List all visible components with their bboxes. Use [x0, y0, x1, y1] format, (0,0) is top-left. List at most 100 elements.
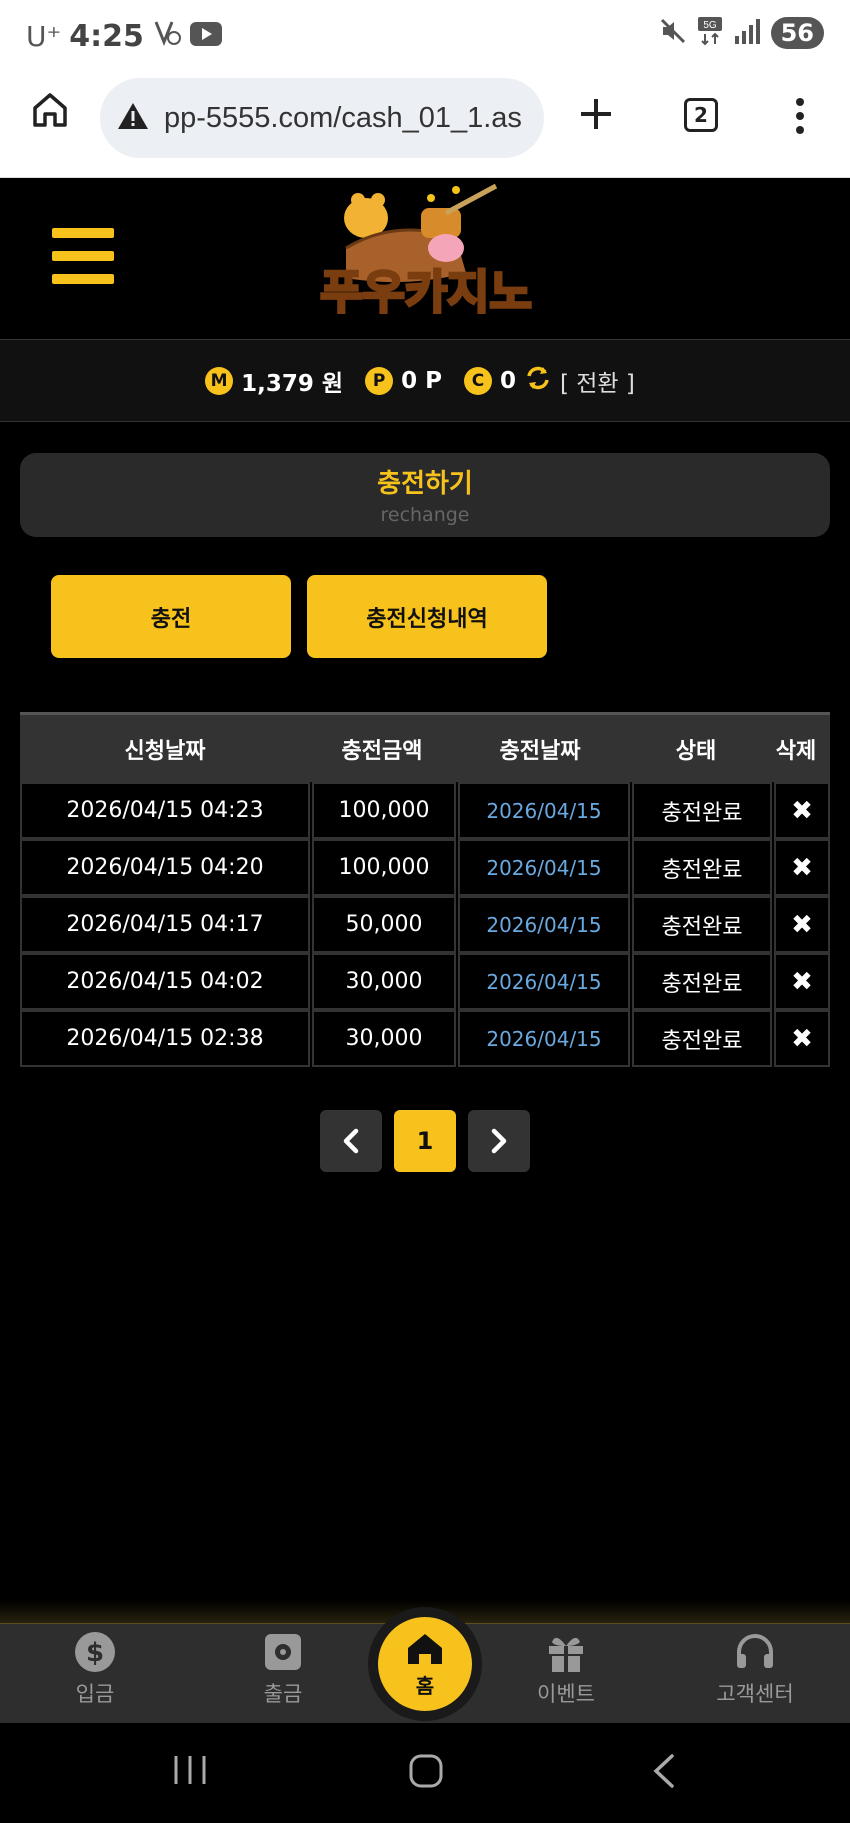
address-bar[interactable]: pp-5555.com/cash_01_1.as	[100, 78, 544, 158]
table-row: 2026/04/15 02:38 30,000 2026/04/15 충전완료 …	[20, 1010, 830, 1067]
signal-icon	[733, 18, 761, 48]
home-icon[interactable]	[30, 90, 70, 134]
back-icon[interactable]	[650, 1753, 678, 1793]
header-delete: 삭제	[775, 738, 817, 764]
table-header-row: 신청날짜 충전금액 충전날짜 상태 삭제	[20, 712, 830, 782]
request-date-cell: 2026/04/15 04:02	[20, 953, 310, 1010]
safe-icon	[265, 1634, 301, 1670]
header-charge-date: 충전날짜	[499, 738, 581, 764]
request-date-cell: 2026/04/15 04:23	[20, 782, 310, 839]
switch-button[interactable]: [ 전환 ]	[560, 364, 635, 398]
nav-home-label: 홈	[415, 1673, 435, 1698]
charge-history-table: 신청날짜 충전금액 충전날짜 상태 삭제 2026/04/15 04:23 10…	[20, 712, 830, 1067]
site-header: 푸우카지노	[0, 178, 850, 340]
casino-balance: C 0 [ 전환 ]	[463, 364, 635, 398]
delete-icon[interactable]: ✖	[774, 896, 830, 953]
prev-page-button[interactable]	[320, 1110, 382, 1172]
youtube-icon	[189, 19, 222, 54]
table-row: 2026/04/15 04:23 100,000 2026/04/15 충전완료…	[20, 782, 830, 839]
nav-support-label: 고객센터	[716, 1682, 794, 1706]
money-amount: 1,379 원	[241, 370, 344, 397]
pagination: 1	[320, 1110, 530, 1172]
new-tab-icon[interactable]	[578, 96, 614, 136]
chevron-right-icon	[491, 1128, 507, 1154]
svg-text:5G: 5G	[703, 20, 717, 31]
system-nav-bar	[0, 1723, 850, 1823]
svg-text:푸우카지노: 푸우카지노	[320, 265, 532, 319]
nav-deposit-label: 입금	[75, 1682, 115, 1706]
nav-home[interactable]: 홈	[378, 1617, 472, 1711]
delete-icon[interactable]: ✖	[774, 839, 830, 896]
next-page-button[interactable]	[468, 1110, 530, 1172]
table-row: 2026/04/15 04:02 30,000 2026/04/15 충전완료 …	[20, 953, 830, 1010]
carrier-label: U⁺	[26, 19, 62, 53]
status-cell: 충전완료	[632, 839, 772, 896]
system-home-icon[interactable]	[408, 1753, 444, 1793]
home-icon	[408, 1633, 442, 1664]
amount-cell: 30,000	[312, 953, 456, 1010]
nav-event-label: 이벤트	[537, 1682, 595, 1706]
request-date-cell: 2026/04/15 04:20	[20, 839, 310, 896]
header-status: 상태	[675, 738, 717, 764]
point-amount: 0 P	[401, 367, 442, 394]
charge-date-cell: 2026/04/15	[458, 839, 630, 896]
amount-cell: 50,000	[312, 896, 456, 953]
page-title: 충전하기	[377, 469, 473, 499]
amount-cell: 100,000	[312, 782, 456, 839]
delete-icon[interactable]: ✖	[774, 1010, 830, 1067]
nav-deposit[interactable]: $ 입금	[35, 1630, 155, 1708]
point-balance: P 0 P	[365, 366, 442, 395]
warning-icon[interactable]	[116, 101, 150, 135]
status-cell: 충전완료	[632, 953, 772, 1010]
charge-date-cell: 2026/04/15	[458, 896, 630, 953]
chevron-left-icon	[343, 1128, 359, 1154]
request-date-cell: 2026/04/15 02:38	[20, 1010, 310, 1067]
nav-support[interactable]: 고객센터	[695, 1630, 815, 1708]
battery-indicator: 56	[770, 17, 824, 49]
amount-cell: 100,000	[312, 839, 456, 896]
charge-date-cell: 2026/04/15	[458, 953, 630, 1010]
hamburger-menu-icon[interactable]	[52, 228, 114, 284]
refresh-icon[interactable]	[524, 364, 552, 398]
nav-event[interactable]: 이벤트	[506, 1630, 626, 1708]
5g-icon: 5G	[697, 16, 723, 50]
charge-date-cell: 2026/04/15	[458, 1010, 630, 1067]
tab-switcher-button[interactable]: 2	[684, 98, 718, 132]
more-menu-icon[interactable]	[790, 96, 810, 140]
mute-icon	[659, 17, 687, 49]
charge-history-button[interactable]: 충전신청내역	[307, 575, 547, 658]
page-title-box: 충전하기 rechange	[20, 453, 830, 537]
charge-button[interactable]: 충전	[51, 575, 291, 658]
url-text[interactable]: pp-5555.com/cash_01_1.as	[164, 102, 522, 135]
gift-icon	[549, 1637, 583, 1672]
delete-icon[interactable]: ✖	[774, 953, 830, 1010]
casino-coin-icon: C	[463, 366, 492, 395]
nav-withdraw[interactable]: 출금	[223, 1630, 343, 1708]
header-request-date: 신청날짜	[124, 738, 206, 764]
status-cell: 충전완료	[632, 782, 772, 839]
request-date-cell: 2026/04/15 04:17	[20, 896, 310, 953]
casino-amount: 0	[499, 367, 516, 394]
dollar-icon: $	[75, 1632, 115, 1672]
delete-icon[interactable]: ✖	[774, 782, 830, 839]
money-balance: M 1,379 원	[205, 364, 343, 398]
point-coin-icon: P	[365, 366, 394, 395]
status-cell: 충전완료	[632, 1010, 772, 1067]
headset-icon	[737, 1634, 773, 1668]
balance-bar: M 1,379 원 P 0 P C 0 [ 전환 ]	[0, 340, 850, 422]
status-cell: 충전완료	[632, 896, 772, 953]
page-number-button[interactable]: 1	[394, 1110, 456, 1172]
nav-withdraw-label: 출금	[263, 1682, 303, 1706]
header-amount: 충전금액	[341, 738, 423, 764]
casino-logo[interactable]: 푸우카지노	[306, 178, 546, 328]
browser-toolbar: pp-5555.com/cash_01_1.as 2	[0, 70, 850, 178]
charge-date-cell: 2026/04/15	[458, 782, 630, 839]
recent-apps-icon[interactable]	[172, 1753, 208, 1791]
amount-cell: 30,000	[312, 1010, 456, 1067]
table-row: 2026/04/15 04:20 100,000 2026/04/15 충전완료…	[20, 839, 830, 896]
status-bar: U⁺ 4:25 5G 56	[0, 0, 850, 70]
signal-off-icon	[152, 18, 182, 54]
page-subtitle: rechange	[380, 504, 470, 526]
svg-text:$: $	[86, 1638, 104, 1668]
table-row: 2026/04/15 04:17 50,000 2026/04/15 충전완료 …	[20, 896, 830, 953]
